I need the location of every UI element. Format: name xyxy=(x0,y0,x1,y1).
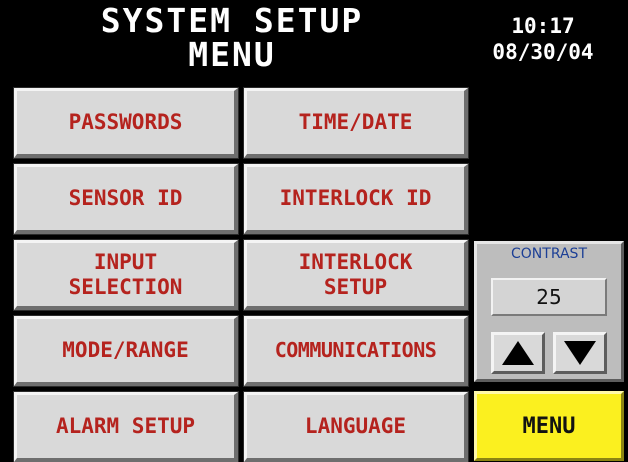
communications-button[interactable]: COMMUNICATIONS xyxy=(244,316,468,386)
interlock-id-button[interactable]: INTERLOCK ID xyxy=(244,164,468,234)
interlock-setup-button[interactable]: INTERLOCK SETUP xyxy=(244,240,468,310)
passwords-button[interactable]: PASSWORDS xyxy=(14,88,238,158)
time-date-button[interactable]: TIME/DATE xyxy=(244,88,468,158)
alarm-setup-button[interactable]: ALARM SETUP xyxy=(14,392,238,462)
menu-button[interactable]: MENU xyxy=(474,391,624,461)
contrast-up-button[interactable] xyxy=(491,332,545,374)
arrow-down-icon xyxy=(564,341,596,365)
date-display: 08/30/04 xyxy=(492,40,594,64)
contrast-down-button[interactable] xyxy=(553,332,607,374)
sensor-id-button[interactable]: SENSOR ID xyxy=(14,164,238,234)
contrast-panel: CONTRAST 25 xyxy=(474,241,624,382)
time-display: 10:17 xyxy=(511,14,575,38)
page-title: SYSTEM SETUP MENU xyxy=(8,4,456,72)
contrast-label: CONTRAST xyxy=(511,246,587,262)
mode-range-button[interactable]: MODE/RANGE xyxy=(14,316,238,386)
title-line-2: MENU xyxy=(188,35,276,74)
arrow-up-icon xyxy=(502,341,534,365)
language-button[interactable]: LANGUAGE xyxy=(244,392,468,462)
input-selection-button[interactable]: INPUT SELECTION xyxy=(14,240,238,310)
clock-display: 10:17 08/30/04 xyxy=(458,13,628,65)
title-line-1: SYSTEM SETUP xyxy=(100,1,364,40)
system-setup-screen: SYSTEM SETUP MENU 10:17 08/30/04 PASSWOR… xyxy=(0,0,628,462)
contrast-value: 25 xyxy=(491,278,607,316)
